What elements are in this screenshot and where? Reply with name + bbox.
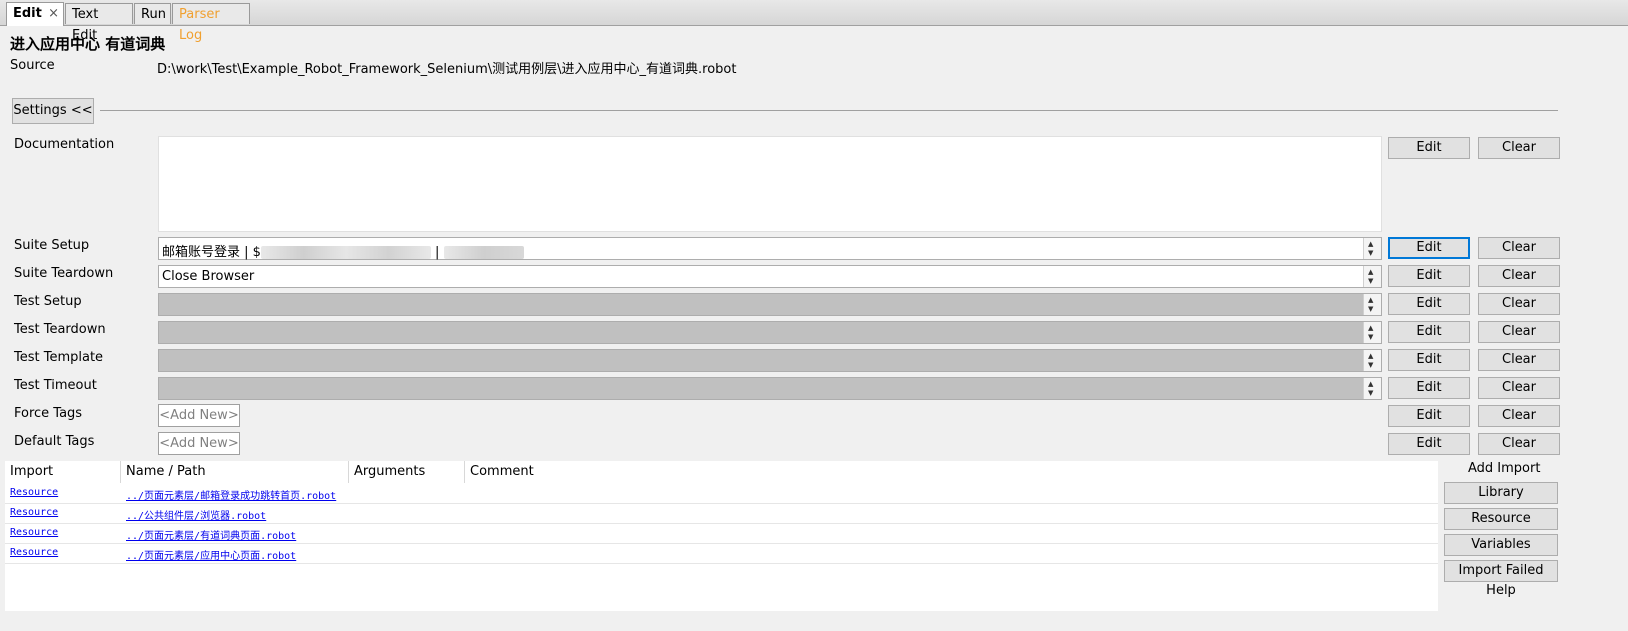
- spin-control[interactable]: ▲ ▼: [1363, 238, 1381, 259]
- table-row[interactable]: Resource ../公共组件层/浏览器.robot: [5, 504, 1438, 524]
- suite-teardown-value: Close Browser: [162, 269, 255, 284]
- default-tags-clear-button[interactable]: Clear: [1478, 433, 1560, 455]
- tab-edit-label: Edit: [13, 6, 42, 21]
- tab-run-label: Run: [141, 7, 166, 22]
- import-type-link[interactable]: Resource: [10, 527, 58, 538]
- spin-control[interactable]: ▲ ▼: [1363, 322, 1381, 343]
- source-path: D:\work\Test\Example_Robot_Framework_Sel…: [157, 62, 737, 77]
- redacted-region: [443, 246, 524, 259]
- suite-setup-field[interactable]: 邮箱账号登录 | $ | ▲ ▼: [158, 237, 1382, 260]
- test-timeout-edit-button[interactable]: Edit: [1388, 377, 1470, 399]
- test-timeout-label: Test Timeout: [14, 378, 97, 393]
- divider: [100, 110, 1558, 111]
- column-header-comment[interactable]: Comment: [465, 461, 1438, 483]
- suite-setup-edit-button[interactable]: Edit: [1388, 237, 1470, 259]
- default-tags-add-new[interactable]: <Add New>: [158, 432, 240, 455]
- import-type-link[interactable]: Resource: [10, 547, 58, 558]
- tab-run[interactable]: Run: [134, 3, 171, 24]
- test-template-edit-button[interactable]: Edit: [1388, 349, 1470, 371]
- test-timeout-field[interactable]: ▲ ▼: [158, 377, 1382, 400]
- import-path-link[interactable]: ../页面元素层/邮箱登录成功跳转首页.robot: [126, 487, 336, 502]
- suite-teardown-field[interactable]: Close Browser ▲ ▼: [158, 265, 1382, 288]
- source-label: Source: [10, 58, 55, 73]
- column-header-name-path[interactable]: Name / Path: [121, 461, 349, 483]
- add-resource-button[interactable]: Resource: [1444, 508, 1558, 530]
- test-teardown-label: Test Teardown: [14, 322, 106, 337]
- test-teardown-clear-button[interactable]: Clear: [1478, 321, 1560, 343]
- test-template-clear-button[interactable]: Clear: [1478, 349, 1560, 371]
- page-title: 进入应用中心 有道词典: [10, 35, 166, 53]
- add-variables-button[interactable]: Variables: [1444, 534, 1558, 556]
- table-row[interactable]: Resource ../页面元素层/邮箱登录成功跳转首页.robot: [5, 484, 1438, 504]
- test-setup-label: Test Setup: [14, 294, 82, 309]
- test-setup-clear-button[interactable]: Clear: [1478, 293, 1560, 315]
- suite-teardown-label: Suite Teardown: [14, 266, 114, 281]
- table-row[interactable]: Resource ../页面元素层/有道词典页面.robot: [5, 524, 1438, 544]
- add-import-label: Add Import: [1468, 461, 1541, 476]
- tab-edit[interactable]: Edit ×: [6, 2, 64, 26]
- documentation-label: Documentation: [14, 137, 115, 152]
- test-timeout-clear-button[interactable]: Clear: [1478, 377, 1560, 399]
- tab-parser-log-label: Parser Log: [179, 7, 220, 43]
- suite-setup-clear-button[interactable]: Clear: [1478, 237, 1560, 259]
- default-tags-edit-button[interactable]: Edit: [1388, 433, 1470, 455]
- suite-setup-label: Suite Setup: [14, 238, 90, 253]
- force-tags-label: Force Tags: [14, 406, 83, 421]
- spin-control[interactable]: ▲ ▼: [1363, 294, 1381, 315]
- suite-setup-separator: |: [430, 245, 444, 260]
- column-header-import[interactable]: Import: [5, 461, 121, 483]
- test-setup-field[interactable]: ▲ ▼: [158, 293, 1382, 316]
- default-tags-label: Default Tags: [14, 434, 95, 449]
- suite-setup-value: 邮箱账号登录 | $: [162, 245, 261, 260]
- import-path-link[interactable]: ../页面元素层/应用中心页面.robot: [126, 547, 296, 562]
- test-teardown-field[interactable]: ▲ ▼: [158, 321, 1382, 344]
- force-tags-edit-button[interactable]: Edit: [1388, 405, 1470, 427]
- spin-control[interactable]: ▲ ▼: [1363, 266, 1381, 287]
- documentation-clear-button[interactable]: Clear: [1478, 137, 1560, 159]
- test-template-field[interactable]: ▲ ▼: [158, 349, 1382, 372]
- import-type-link[interactable]: Resource: [10, 507, 58, 518]
- suite-teardown-edit-button[interactable]: Edit: [1388, 265, 1470, 287]
- force-tags-add-new[interactable]: <Add New>: [158, 404, 240, 427]
- tab-bar: Edit × Text Edit Run Parser Log: [0, 0, 1628, 43]
- column-header-arguments[interactable]: Arguments: [349, 461, 465, 483]
- import-path-link[interactable]: ../页面元素层/有道词典页面.robot: [126, 527, 296, 542]
- test-template-label: Test Template: [14, 350, 104, 365]
- documentation-edit-button[interactable]: Edit: [1388, 137, 1470, 159]
- spin-control[interactable]: ▲ ▼: [1363, 378, 1381, 399]
- import-table: Import Name / Path Arguments Comment Res…: [5, 461, 1438, 611]
- add-library-button[interactable]: Library: [1444, 482, 1558, 504]
- table-row[interactable]: Resource ../页面元素层/应用中心页面.robot: [5, 544, 1438, 564]
- settings-toggle-button[interactable]: Settings <<: [12, 98, 94, 124]
- import-failed-help-button[interactable]: Import Failed Help: [1444, 560, 1558, 598]
- documentation-editor[interactable]: [158, 136, 1382, 232]
- test-teardown-edit-button[interactable]: Edit: [1388, 321, 1470, 343]
- tab-text-edit[interactable]: Text Edit: [65, 3, 133, 43]
- spin-control[interactable]: ▲ ▼: [1363, 350, 1381, 371]
- tab-parser-log[interactable]: Parser Log: [172, 3, 250, 43]
- import-type-link[interactable]: Resource: [10, 487, 58, 498]
- test-setup-edit-button[interactable]: Edit: [1388, 293, 1470, 315]
- redacted-region: [260, 246, 431, 259]
- import-path-link[interactable]: ../公共组件层/浏览器.robot: [126, 507, 266, 522]
- close-icon[interactable]: ×: [48, 3, 59, 24]
- suite-teardown-clear-button[interactable]: Clear: [1478, 265, 1560, 287]
- force-tags-clear-button[interactable]: Clear: [1478, 405, 1560, 427]
